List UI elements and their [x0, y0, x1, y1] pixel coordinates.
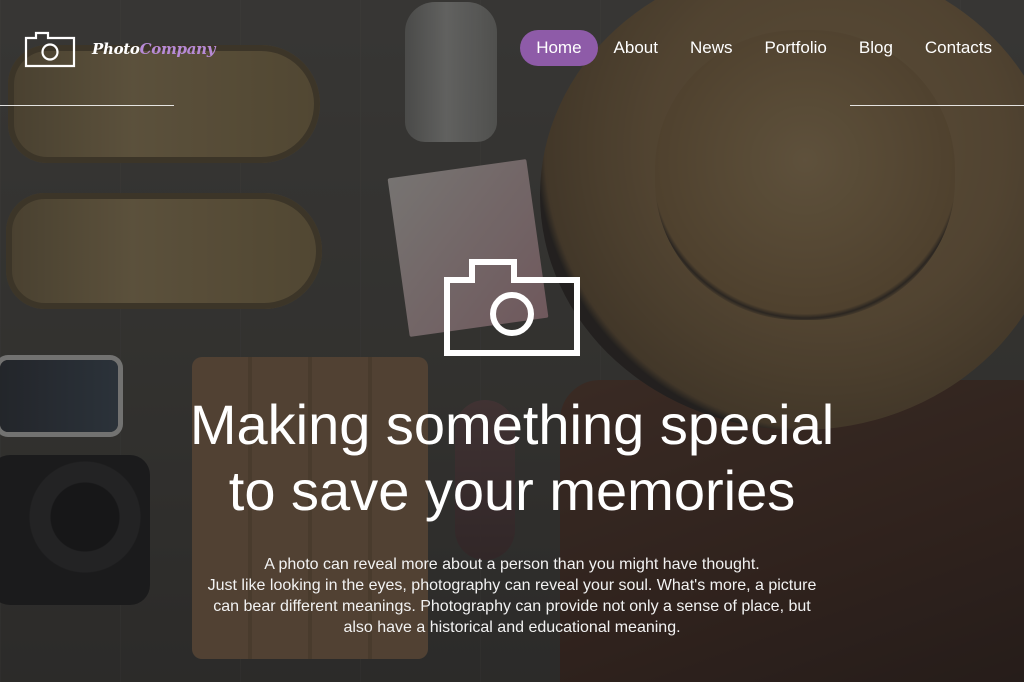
- nav-item-news[interactable]: News: [674, 30, 749, 66]
- brand-name: PhotoCompany: [92, 40, 215, 58]
- nav-item-contacts[interactable]: Contacts: [909, 30, 1008, 66]
- nav-item-about[interactable]: About: [598, 30, 674, 66]
- brand-name-part1: Photo: [92, 40, 140, 58]
- main-nav: Home About News Portfolio Blog Contacts: [520, 30, 1008, 66]
- header-divider-left: [0, 105, 174, 106]
- hero-description-line3: can bear different meanings. Photography…: [213, 598, 811, 615]
- nav-item-blog[interactable]: Blog: [843, 30, 909, 66]
- hero-headline-line2: to save your memories: [228, 459, 796, 522]
- header-divider-right: [850, 105, 1024, 106]
- brand-name-part2: Company: [139, 40, 216, 58]
- hero-description: A photo can reveal more about a person t…: [180, 554, 844, 638]
- camera-icon: [24, 31, 76, 68]
- hero-description-line1: A photo can reveal more about a person t…: [264, 556, 760, 573]
- hero-description-line4: also have a historical and educational m…: [343, 619, 681, 636]
- nav-item-home[interactable]: Home: [520, 30, 598, 66]
- hero-headline-line1: Making something special: [189, 393, 835, 456]
- camera-icon: [444, 259, 580, 356]
- hero-headline: Making something special to save your me…: [0, 392, 1024, 524]
- logo-link[interactable]: PhotoCompany: [24, 30, 215, 68]
- nav-item-portfolio[interactable]: Portfolio: [749, 30, 843, 66]
- hero-description-line2: Just like looking in the eyes, photograp…: [207, 577, 817, 594]
